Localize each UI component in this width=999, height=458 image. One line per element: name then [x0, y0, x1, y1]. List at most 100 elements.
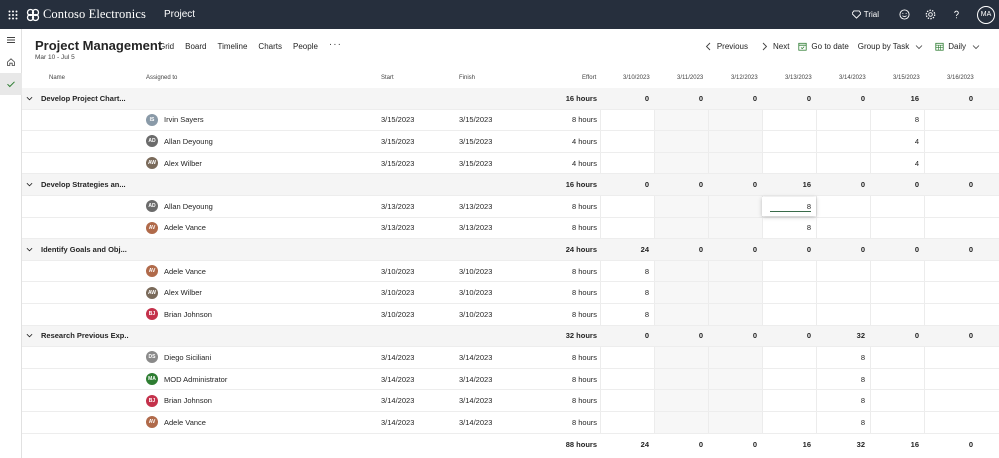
day-effort-cell[interactable] [708, 282, 762, 303]
day-effort-cell[interactable]: 8 [816, 369, 870, 390]
day-effort-cell[interactable] [816, 110, 870, 131]
day-effort-cell[interactable] [600, 347, 654, 368]
trial-button[interactable]: Trial [851, 10, 879, 19]
day-effort-cell[interactable] [762, 282, 816, 303]
day-effort-cell[interactable] [600, 131, 654, 152]
day-effort-cell[interactable] [762, 304, 816, 325]
day-effort-cell[interactable]: 8 [762, 218, 816, 239]
start-date[interactable]: 3/15/2023 [381, 153, 414, 174]
task-name[interactable]: Research Previous Exp... [41, 326, 129, 347]
tab-grid[interactable]: Grid [159, 42, 174, 51]
day-effort-cell[interactable] [708, 153, 762, 174]
effort-value[interactable]: 8 hours [522, 196, 597, 217]
effort-value[interactable]: 8 hours [522, 347, 597, 368]
day-effort-cell[interactable] [708, 196, 762, 217]
tab-board[interactable]: Board [185, 42, 206, 51]
assignee[interactable]: BJ Brian Johnson [146, 390, 346, 411]
assignment-row[interactable]: DS Diego Siciliani 3/14/2023 3/14/2023 8 hou… [22, 347, 999, 369]
tab-charts[interactable]: Charts [258, 42, 282, 51]
effort-value[interactable]: 8 hours [522, 390, 597, 411]
assignment-row[interactable]: AV Adele Vance 3/14/2023 3/14/2023 8 hours 8 [22, 411, 999, 434]
task-group-row[interactable]: Develop Strategies an... 16 hours 0 0 0 16 0 0 0 [22, 174, 999, 196]
day-effort-cell[interactable] [816, 282, 870, 303]
day-effort-cell[interactable] [654, 282, 708, 303]
day-effort-cell[interactable] [654, 153, 708, 174]
assignee[interactable]: AW Alex Wilber [146, 153, 346, 174]
effort-value[interactable]: 4 hours [522, 153, 597, 174]
start-date[interactable]: 3/13/2023 [381, 218, 414, 239]
day-effort-cell[interactable] [870, 304, 924, 325]
collapse-chevron-icon[interactable] [26, 88, 36, 109]
task-name[interactable]: Develop Strategies an... [41, 174, 129, 195]
assignee[interactable]: IS Irvin Sayers [146, 110, 346, 131]
finish-date[interactable]: 3/10/2023 [459, 304, 492, 325]
task-group-row[interactable]: Identify Goals and Obj... 24 hours 24 0 0 0 0 0… [22, 239, 999, 261]
day-effort-cell[interactable] [600, 196, 654, 217]
start-date[interactable]: 3/13/2023 [381, 196, 414, 217]
day-effort-cell[interactable] [654, 110, 708, 131]
start-date[interactable]: 3/15/2023 [381, 131, 414, 152]
start-date[interactable]: 3/14/2023 [381, 369, 414, 390]
day-effort-cell[interactable] [654, 369, 708, 390]
day-effort-cell[interactable] [924, 131, 978, 152]
next-button[interactable]: Next [760, 42, 789, 51]
finish-date[interactable]: 3/15/2023 [459, 153, 492, 174]
day-effort-input[interactable]: 8 [762, 196, 816, 216]
start-date[interactable]: 3/15/2023 [381, 110, 414, 131]
task-group-row[interactable]: Develop Project Chart... 16 hours 0 0 0 0 0 16 0 [22, 88, 999, 110]
column-header-start[interactable]: Start [381, 75, 394, 81]
assignment-row[interactable]: BJ Brian Johnson 3/14/2023 3/14/2023 8 hours… [22, 390, 999, 412]
day-effort-cell[interactable]: 8 [600, 304, 654, 325]
effort-value[interactable]: 8 hours [522, 110, 597, 131]
time-scale-dropdown[interactable]: Daily [935, 42, 980, 51]
day-effort-cell[interactable]: 8 [870, 110, 924, 131]
go-to-date-button[interactable]: Go to date [798, 42, 849, 51]
finish-date[interactable]: 3/14/2023 [459, 390, 492, 411]
assignee[interactable]: DS Diego Siciliani [146, 347, 346, 368]
group-by-dropdown[interactable]: Group by Task [858, 42, 923, 51]
assignment-row[interactable]: AV Adele Vance 3/13/2023 3/13/2023 8 hours 8 [22, 217, 999, 240]
day-effort-cell[interactable] [654, 196, 708, 217]
assignee[interactable]: AW Alex Wilber [146, 282, 346, 303]
assignee[interactable]: AD Allan Deyoung [146, 196, 346, 217]
app-name[interactable]: Project [164, 9, 195, 20]
day-effort-cell[interactable] [762, 153, 816, 174]
column-header-effort[interactable]: Effort [582, 75, 596, 81]
app-launcher-icon[interactable] [4, 0, 22, 29]
collapse-chevron-icon[interactable] [26, 239, 36, 260]
start-date[interactable]: 3/10/2023 [381, 304, 414, 325]
effort-value[interactable]: 8 hours [522, 369, 597, 390]
day-effort-cell[interactable] [870, 369, 924, 390]
finish-date[interactable]: 3/15/2023 [459, 131, 492, 152]
user-avatar[interactable]: MA [977, 5, 995, 24]
day-effort-cell[interactable] [924, 261, 978, 282]
day-effort-cell[interactable] [924, 218, 978, 239]
day-effort-cell[interactable] [762, 110, 816, 131]
day-effort-cell[interactable] [708, 369, 762, 390]
day-effort-cell[interactable] [870, 261, 924, 282]
day-effort-cell[interactable] [762, 369, 816, 390]
help-question-icon[interactable] [943, 0, 969, 29]
assignment-row[interactable]: AW Alex Wilber 3/15/2023 3/15/2023 4 hours 4 [22, 152, 999, 175]
day-effort-cell[interactable] [870, 282, 924, 303]
day-effort-cell[interactable] [600, 390, 654, 411]
day-effort-cell[interactable] [816, 261, 870, 282]
day-effort-cell[interactable] [816, 196, 870, 217]
day-effort-cell[interactable] [654, 304, 708, 325]
column-header-assigned[interactable]: Assigned to [146, 75, 177, 81]
day-effort-cell[interactable] [924, 110, 978, 131]
day-effort-cell[interactable]: 4 [870, 131, 924, 152]
day-effort-cell[interactable] [870, 218, 924, 239]
effort-value[interactable]: 8 hours [522, 218, 597, 239]
day-effort-cell[interactable] [924, 153, 978, 174]
assignment-row[interactable]: AD Allan Deyoung 3/15/2023 3/15/2023 4 hours… [22, 131, 999, 153]
settings-gear-icon[interactable] [917, 0, 943, 29]
finish-date[interactable]: 3/10/2023 [459, 282, 492, 303]
task-name[interactable]: Develop Project Chart... [41, 88, 129, 109]
start-date[interactable]: 3/14/2023 [381, 390, 414, 411]
assignment-row[interactable]: MA MOD Administrator 3/14/2023 3/14/2023 8 h… [22, 368, 999, 391]
finish-date[interactable]: 3/13/2023 [459, 196, 492, 217]
effort-value[interactable]: 4 hours [522, 131, 597, 152]
collapse-chevron-icon[interactable] [26, 326, 36, 347]
day-effort-cell[interactable] [654, 218, 708, 239]
